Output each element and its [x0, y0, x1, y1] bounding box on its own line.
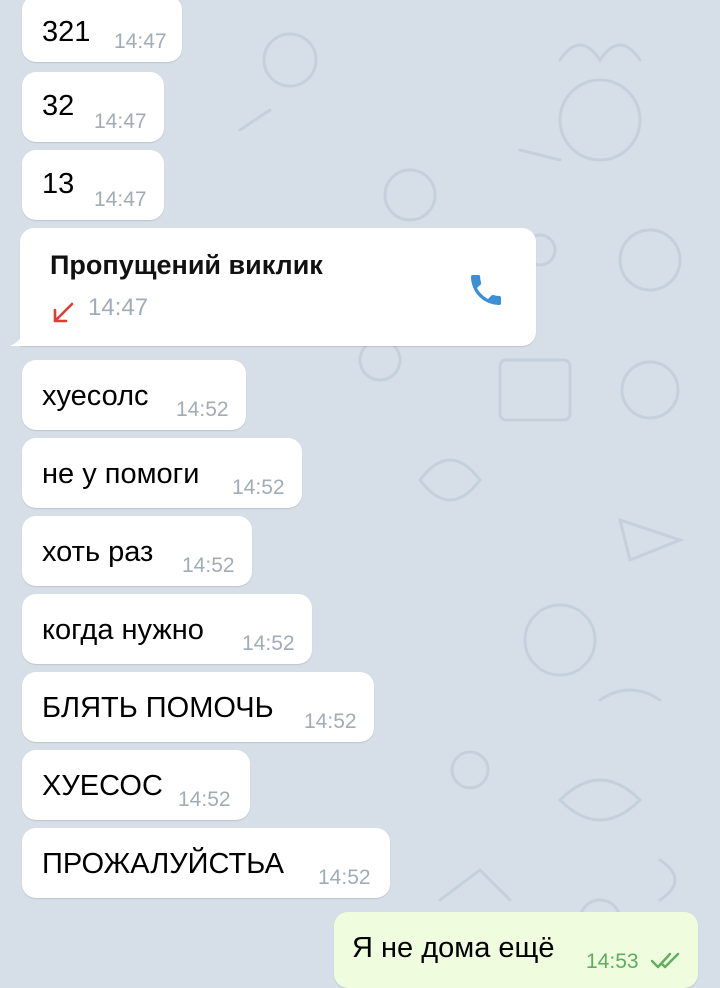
- message-text: БЛЯТЬ ПОМОЧЬ: [42, 692, 274, 724]
- message-time: 14:53: [586, 950, 639, 973]
- message-bubble[interactable]: хоть раз 14:52: [22, 516, 252, 586]
- message-time: 14:52: [242, 632, 295, 655]
- message-bubble[interactable]: 321 14:47: [22, 0, 182, 62]
- message-bubble[interactable]: 32 14:47: [22, 72, 164, 142]
- message-bubble[interactable]: когда нужно 14:52: [22, 594, 312, 664]
- message-time: 14:52: [318, 866, 371, 889]
- missed-call-title: Пропущений виклик: [50, 250, 323, 280]
- message-text: не у помоги: [42, 458, 200, 490]
- message-text: хоть раз: [42, 536, 154, 568]
- missed-call-arrow-icon: [53, 302, 74, 323]
- message-time: 14:52: [178, 788, 231, 811]
- message-time: 14:52: [176, 398, 229, 421]
- message-text: хуесолс: [42, 380, 149, 412]
- message-text: ПРОЖАЛУЙСТЬА: [42, 848, 284, 880]
- message-bubble[interactable]: 13 14:47: [22, 150, 164, 220]
- phone-icon[interactable]: [466, 270, 506, 310]
- message-text: ХУЕСОС: [42, 770, 163, 802]
- message-bubble[interactable]: БЛЯТЬ ПОМОЧЬ 14:52: [22, 672, 374, 742]
- message-time: 14:47: [94, 110, 147, 133]
- outgoing-message-bubble[interactable]: Я не дома ещё 14:53: [334, 912, 698, 988]
- message-time: 14:52: [182, 554, 235, 577]
- message-time: 14:52: [232, 476, 285, 499]
- missed-call-time: 14:47: [88, 294, 149, 321]
- message-time: 14:52: [304, 710, 357, 733]
- message-time: 14:47: [94, 188, 147, 211]
- message-bubble[interactable]: ХУЕСОС 14:52: [22, 750, 250, 820]
- message-text: 13: [42, 168, 75, 200]
- message-text: когда нужно: [42, 614, 204, 646]
- missed-call-bubble[interactable]: Пропущений виклик 14:47: [10, 228, 536, 346]
- message-text: Я не дома ещё: [352, 932, 555, 964]
- message-time: 14:47: [114, 30, 167, 53]
- message-bubble[interactable]: не у помоги 14:52: [22, 438, 302, 508]
- message-text: 321: [42, 16, 91, 48]
- message-bubble[interactable]: хуесолс 14:52: [22, 360, 246, 430]
- double-check-icon: [650, 952, 680, 969]
- message-bubble[interactable]: ПРОЖАЛУЙСТЬА 14:52: [22, 828, 390, 898]
- message-text: 32: [42, 90, 75, 122]
- bubble-tail-icon: [10, 332, 24, 346]
